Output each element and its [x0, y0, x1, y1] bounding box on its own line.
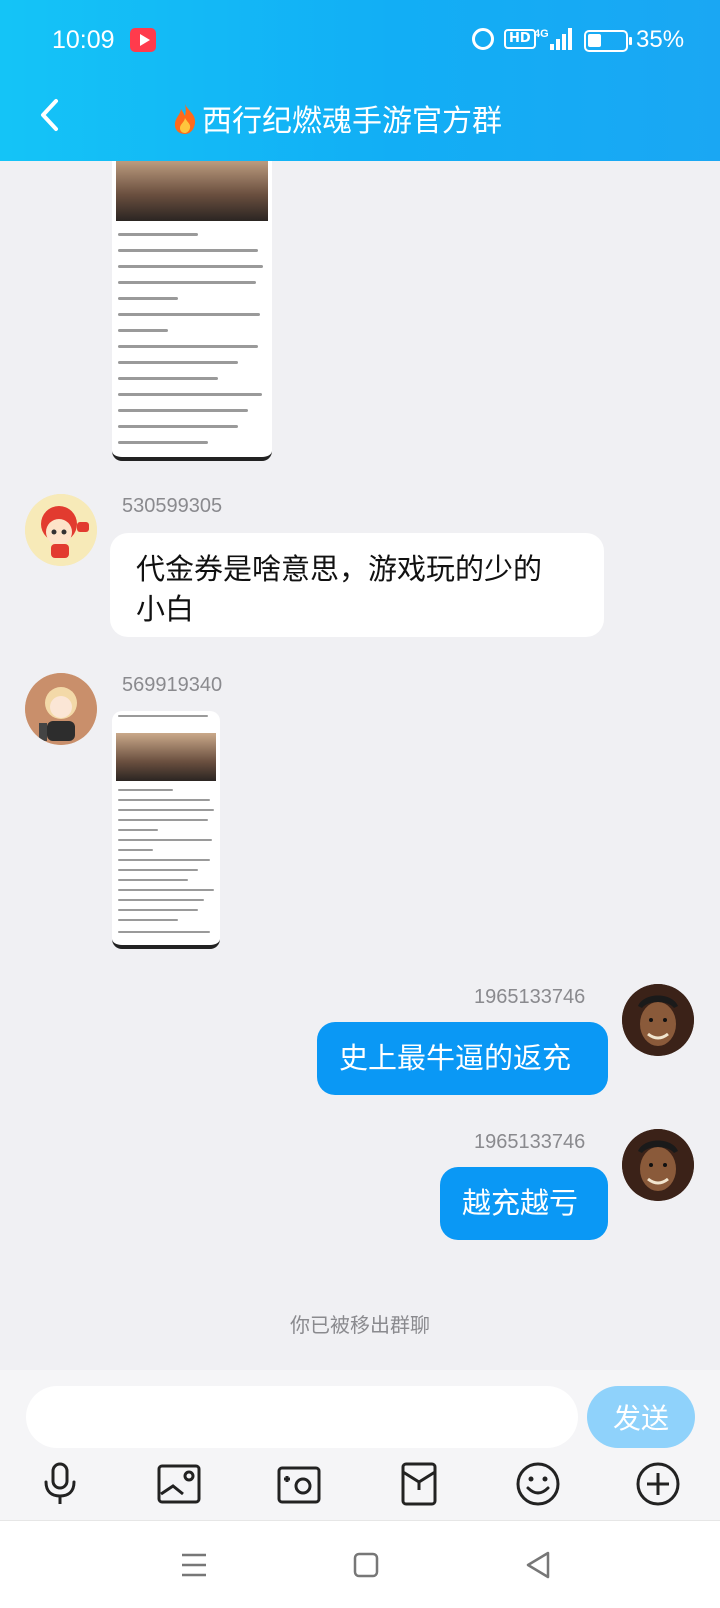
image-message-partial[interactable]: [112, 161, 272, 461]
back-triangle-icon[interactable]: [518, 1545, 558, 1585]
hd-icon: HD: [504, 29, 536, 49]
battery-percent: 35%: [636, 26, 685, 53]
svg-text:4G: 4G: [534, 28, 549, 40]
battery-icon: [584, 30, 632, 52]
message-list[interactable]: 530599305 代金券是啥意思，游戏玩的少的 小白 569919340 19…: [0, 161, 720, 1370]
group-title: 西行纪燃魂手游官方群: [170, 96, 502, 140]
video-app-notification-icon: [130, 28, 156, 52]
message-input[interactable]: [26, 1386, 578, 1448]
red-packet-icon[interactable]: [395, 1460, 443, 1508]
image-message[interactable]: [112, 711, 220, 949]
message-text: 代金券是啥意思，游戏玩的少的 小白: [136, 552, 543, 626]
emoji-icon[interactable]: [514, 1460, 562, 1508]
message-bubble[interactable]: 史上最牛逼的返充: [317, 1022, 608, 1095]
microphone-icon[interactable]: [36, 1460, 84, 1508]
avatar[interactable]: [622, 984, 694, 1056]
fire-icon: [174, 104, 196, 134]
avatar[interactable]: [622, 1129, 694, 1201]
back-arrow-icon[interactable]: [36, 98, 66, 132]
sender-name: 569919340: [122, 674, 223, 696]
avatar-cartoon-girl-image: [25, 494, 97, 566]
image-icon[interactable]: [155, 1460, 203, 1508]
send-button[interactable]: 发送: [587, 1386, 695, 1448]
system-navigation-bar: [0, 1520, 720, 1608]
chat-header: 10:09 HD 4G 35% 西行纪燃魂手游官方群: [0, 0, 720, 161]
message-text: 史上最牛逼的返充: [339, 1041, 572, 1075]
camera-icon[interactable]: [275, 1460, 323, 1508]
message-bubble[interactable]: 代金券是啥意思，游戏玩的少的 小白: [110, 533, 604, 637]
status-time: 10:09: [52, 26, 115, 54]
system-note: 你已被移出群聊: [290, 1313, 430, 1337]
message-bubble[interactable]: 越充越亏: [440, 1167, 608, 1240]
signal-4g-icon: 4G: [534, 28, 572, 50]
alarm-icon: [472, 28, 494, 50]
input-area: 发送: [0, 1370, 720, 1520]
home-icon[interactable]: [346, 1545, 386, 1585]
avatar[interactable]: [25, 673, 97, 745]
avatar[interactable]: [25, 494, 97, 566]
avatar-anime-girl-image: [25, 673, 97, 745]
sender-name: 530599305: [122, 495, 223, 517]
avatar-pirate-character-image: [622, 984, 694, 1056]
sender-name: 1965133746: [474, 986, 586, 1008]
sender-name: 1965133746: [474, 1131, 586, 1153]
status-bar: 10:09 HD 4G 35%: [0, 22, 720, 62]
group-title-text: 西行纪燃魂手游官方群: [202, 104, 502, 139]
avatar-pirate-character-image: [622, 1129, 694, 1201]
message-text: 越充越亏: [462, 1186, 579, 1220]
menu-icon[interactable]: [174, 1545, 214, 1585]
plus-icon[interactable]: [634, 1460, 682, 1508]
